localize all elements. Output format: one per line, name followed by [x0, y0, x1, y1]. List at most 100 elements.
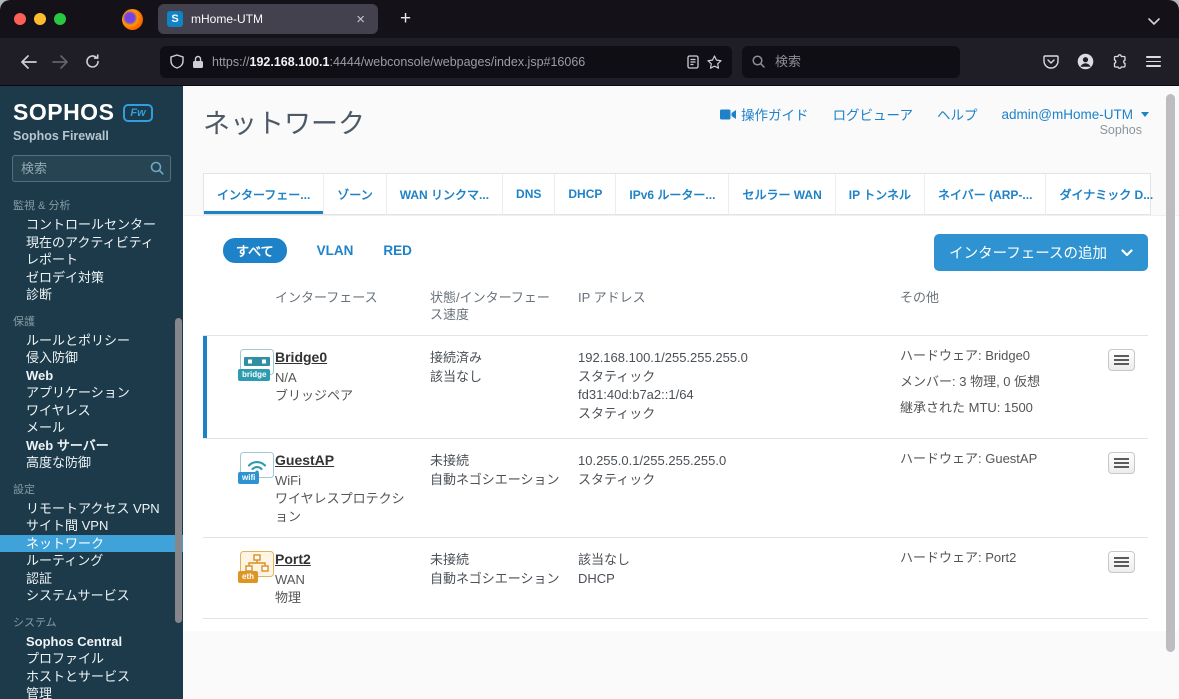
zoom-window-button[interactable]	[54, 13, 66, 25]
sidebar-item-administration[interactable]: 管理	[0, 685, 183, 699]
browser-tab-title: mHome-UTM	[191, 12, 263, 26]
sidebar-search-input[interactable]	[12, 155, 171, 182]
sidebar-item-routing[interactable]: ルーティング	[0, 552, 183, 570]
sidebar-search-icon[interactable]	[150, 161, 164, 175]
interface-type: ブリッジペア	[275, 388, 354, 403]
sidebar-item-rules-policies[interactable]: ルールとポリシー	[0, 332, 183, 350]
ip-line: 該当なし	[578, 552, 631, 567]
extensions-puzzle-icon[interactable]	[1112, 53, 1128, 70]
sidebar-item-network[interactable]: ネットワーク	[0, 534, 183, 552]
browser-search-input[interactable]	[773, 53, 923, 70]
user-menu[interactable]: admin@mHome-UTM	[1002, 107, 1149, 122]
list-all-tabs-chevron-icon[interactable]	[1147, 13, 1161, 31]
interface-type: WiFi	[275, 473, 301, 488]
eth-badge: eth	[238, 571, 258, 583]
sidebar-scrollbar[interactable]	[175, 318, 182, 623]
close-window-button[interactable]	[14, 13, 26, 25]
sidebar-item-intrusion-prevention[interactable]: 侵入防御	[0, 349, 183, 367]
tab-neighbors-arp[interactable]: ネイバー (ARP-...	[925, 174, 1047, 214]
sidebar-item-applications[interactable]: アプリケーション	[0, 384, 183, 402]
account-icon[interactable]	[1077, 53, 1094, 70]
tab-ip-tunnels[interactable]: IP トンネル	[836, 174, 925, 214]
new-tab-button[interactable]: +	[394, 8, 417, 30]
tab-wan-link-manager[interactable]: WAN リンクマ...	[387, 174, 504, 214]
sidebar-item-wireless[interactable]: ワイヤレス	[0, 402, 183, 420]
sidebar-item-current-activities[interactable]: 現在のアクティビティ	[0, 234, 183, 252]
guide-link[interactable]: 操作ガイド	[720, 104, 809, 124]
interfaces-table: インターフェース 状態/インターフェース速度 IP アドレス その他 bridg…	[203, 277, 1148, 619]
url-bar[interactable]: https://192.168.100.1:4444/webconsole/we…	[160, 45, 732, 78]
add-interface-button[interactable]: インターフェースの追加	[934, 234, 1148, 271]
status-line: 自動ネゴシエーション	[430, 570, 560, 586]
chevron-down-icon	[1121, 248, 1133, 256]
sidebar-item-advanced-protection[interactable]: 高度な防御	[0, 454, 183, 472]
filter-vlan[interactable]: VLAN	[317, 243, 354, 258]
ip-line: スタティック	[578, 368, 656, 384]
sidebar-item-control-center[interactable]: コントロールセンター	[0, 216, 183, 234]
nav-section-system: システム	[13, 616, 57, 629]
row-menu-button[interactable]	[1108, 349, 1135, 371]
interface-type: N/A	[275, 370, 297, 385]
browser-window: S mHome-UTM × + https://192.168.100.1:44…	[0, 0, 1179, 699]
sidebar-item-sophos-central[interactable]: Sophos Central	[0, 633, 183, 651]
ip-line: スタティック	[578, 471, 656, 487]
sidebar-item-web-server[interactable]: Web サーバー	[0, 437, 183, 455]
lock-icon[interactable]	[192, 55, 204, 69]
other-line: ハードウェア: Port2	[900, 550, 1017, 565]
browser-tabstrip: S mHome-UTM × +	[0, 0, 1179, 38]
sidebar-item-authentication[interactable]: 認証	[0, 570, 183, 588]
col-interface: インターフェース	[275, 290, 378, 305]
page-scrollbar[interactable]	[1166, 94, 1175, 652]
sidebar-item-email[interactable]: メール	[0, 419, 183, 437]
tab-dhcp[interactable]: DHCP	[555, 174, 617, 214]
tab-zones[interactable]: ゾーン	[324, 174, 387, 214]
filter-all[interactable]: すべて	[223, 238, 287, 263]
sidebar-item-diagnostics[interactable]: 診断	[0, 286, 183, 304]
interface-link[interactable]: Port2	[275, 551, 311, 567]
browser-search-bar[interactable]	[742, 45, 960, 78]
sidebar-item-hosts-services[interactable]: ホストとサービス	[0, 668, 183, 686]
pocket-icon[interactable]	[1043, 54, 1059, 70]
row-menu-button[interactable]	[1108, 452, 1135, 474]
tracking-shield-icon[interactable]	[170, 54, 184, 69]
interfaces-panel: すべて VLAN RED インターフェースの追加 インターフェース 状態/インタ…	[183, 215, 1179, 631]
sidebar-item-profiles[interactable]: プロファイル	[0, 650, 183, 668]
col-status-speed: 状態/インターフェース速度	[430, 290, 550, 322]
row-menu-button[interactable]	[1108, 551, 1135, 573]
tab-dynamic-dns[interactable]: ダイナミック D...	[1046, 174, 1166, 214]
minimize-window-button[interactable]	[34, 13, 46, 25]
sidebar-item-zero-day-protection[interactable]: ゼロデイ対策	[0, 269, 183, 287]
back-button[interactable]	[12, 46, 44, 78]
menu-hamburger-icon[interactable]	[1146, 55, 1161, 68]
forward-button[interactable]	[44, 46, 76, 78]
browser-toolbar: https://192.168.100.1:4444/webconsole/we…	[0, 38, 1179, 86]
tab-ipv6-router[interactable]: IPv6 ルーター...	[616, 174, 730, 214]
table-row-bridge0: bridge Bridge0 N/A ブリッジペア 接続済み 該当なし 192.…	[203, 336, 1148, 439]
interface-type: ワイヤレスプロテクション	[275, 491, 405, 524]
search-icon	[752, 55, 765, 68]
reader-view-icon[interactable]	[687, 54, 699, 69]
tab-dns[interactable]: DNS	[503, 174, 556, 214]
help-link[interactable]: ヘルプ	[937, 104, 978, 124]
browser-tab-active[interactable]: S mHome-UTM ×	[158, 4, 378, 34]
tab-cellular-wan[interactable]: セルラー WAN	[729, 174, 836, 214]
table-row-port2: eth Port2 WAN 物理 未接続 自動ネゴシエーション 該当なし DHC…	[203, 538, 1148, 619]
interface-link[interactable]: Bridge0	[275, 349, 327, 365]
sidebar-item-system-services[interactable]: システムサービス	[0, 587, 183, 605]
interface-link[interactable]: GuestAP	[275, 452, 334, 468]
firefox-icon[interactable]	[122, 8, 143, 30]
status-line: 自動ネゴシエーション	[430, 471, 560, 487]
log-viewer-link[interactable]: ログビューア	[833, 104, 913, 124]
tab-interfaces[interactable]: インターフェー...	[204, 174, 325, 214]
bookmark-star-icon[interactable]	[707, 54, 722, 69]
nav-section-configure: 設定	[13, 483, 35, 496]
sidebar-item-reports[interactable]: レポート	[0, 251, 183, 269]
sidebar-item-remote-access-vpn[interactable]: リモートアクセス VPN	[0, 500, 183, 518]
filter-red[interactable]: RED	[383, 243, 412, 258]
nav-section-protect: 保護	[13, 315, 35, 328]
sidebar-item-web[interactable]: Web	[0, 367, 183, 385]
reload-button[interactable]	[76, 46, 108, 78]
sidebar-item-site-to-site-vpn[interactable]: サイト間 VPN	[0, 517, 183, 535]
tab-close-icon[interactable]: ×	[352, 10, 369, 29]
table-row-guestap: wifi GuestAP WiFi ワイヤレスプロテクション 未接続 自動ネゴシ…	[203, 439, 1148, 538]
